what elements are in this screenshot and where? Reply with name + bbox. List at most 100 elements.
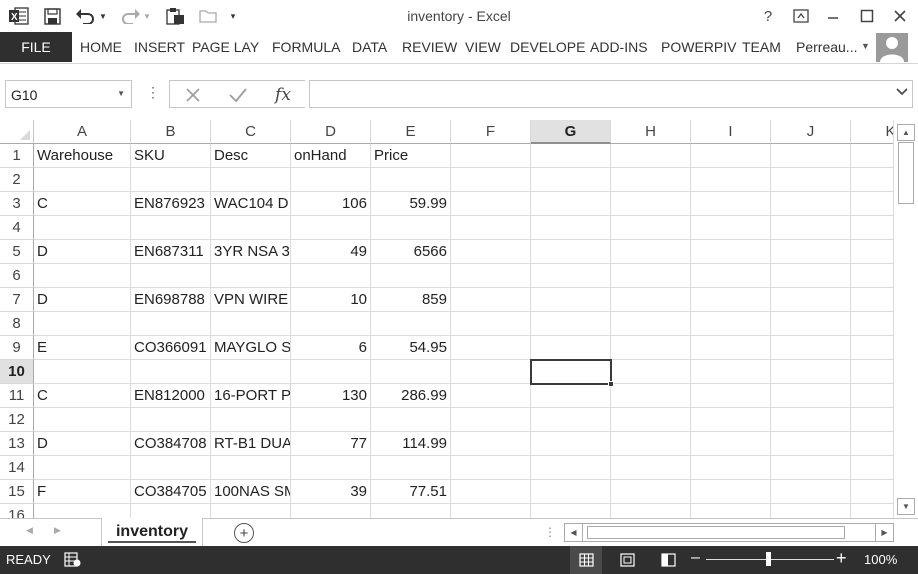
zoom-slider-thumb[interactable] — [766, 552, 771, 566]
cell-e1[interactable]: Price — [371, 144, 451, 168]
cell-i16[interactable] — [691, 504, 771, 518]
cell-h10[interactable] — [611, 360, 691, 384]
cell-k11[interactable] — [851, 384, 893, 408]
sheet-tab-inventory[interactable]: inventory — [101, 518, 203, 546]
cell-h5[interactable] — [611, 240, 691, 264]
column-header-b[interactable]: B — [131, 120, 211, 144]
cell-c2[interactable] — [211, 168, 291, 192]
insert-function-icon[interactable]: fx — [268, 83, 298, 107]
cell-e9[interactable]: 54.95 — [371, 336, 451, 360]
tab-view[interactable]: VIEW — [465, 32, 501, 62]
formula-bar-grip-icon[interactable]: ⋮ — [146, 84, 160, 101]
cell-h1[interactable] — [611, 144, 691, 168]
column-header-e[interactable]: E — [371, 120, 451, 144]
cell-f16[interactable] — [451, 504, 531, 518]
row-header-10[interactable]: 10 — [0, 360, 34, 384]
cell-e2[interactable] — [371, 168, 451, 192]
cell-j3[interactable] — [771, 192, 851, 216]
cell-j11[interactable] — [771, 384, 851, 408]
column-header-j[interactable]: J — [771, 120, 851, 144]
cell-d9[interactable]: 6 — [291, 336, 371, 360]
cell-f1[interactable] — [451, 144, 531, 168]
cell-c6[interactable] — [211, 264, 291, 288]
cell-a4[interactable] — [34, 216, 131, 240]
cell-d1[interactable]: onHand — [291, 144, 371, 168]
cell-i5[interactable] — [691, 240, 771, 264]
cell-c7[interactable]: VPN WIRE — [211, 288, 291, 312]
cell-g7[interactable] — [531, 288, 611, 312]
cell-b7[interactable]: EN698788 — [131, 288, 211, 312]
cell-i11[interactable] — [691, 384, 771, 408]
tab-review[interactable]: REVIEW — [402, 32, 457, 62]
cell-a7[interactable]: D — [34, 288, 131, 312]
cell-k5[interactable] — [851, 240, 893, 264]
cancel-icon[interactable] — [180, 83, 206, 107]
cell-j2[interactable] — [771, 168, 851, 192]
cell-k12[interactable] — [851, 408, 893, 432]
cell-c4[interactable] — [211, 216, 291, 240]
enter-icon[interactable] — [225, 83, 251, 107]
cell-j9[interactable] — [771, 336, 851, 360]
macro-recording-icon[interactable] — [64, 552, 81, 567]
column-header-k[interactable]: K — [851, 120, 893, 144]
expand-formula-bar-icon[interactable] — [896, 87, 908, 99]
cell-g1[interactable] — [531, 144, 611, 168]
cell-j7[interactable] — [771, 288, 851, 312]
scroll-down-arrow-icon[interactable]: ▼ — [897, 498, 915, 515]
cell-a8[interactable] — [34, 312, 131, 336]
scroll-sheets-left-icon[interactable]: ◀ — [26, 525, 33, 536]
cell-k1[interactable] — [851, 144, 893, 168]
cell-f14[interactable] — [451, 456, 531, 480]
cell-c13[interactable]: RT-B1 DUA — [211, 432, 291, 456]
cell-g4[interactable] — [531, 216, 611, 240]
close-icon[interactable] — [889, 5, 911, 27]
cell-a14[interactable] — [34, 456, 131, 480]
cell-k6[interactable] — [851, 264, 893, 288]
cell-h16[interactable] — [611, 504, 691, 518]
cell-a15[interactable]: F — [34, 480, 131, 504]
cell-f8[interactable] — [451, 312, 531, 336]
cell-a10[interactable] — [34, 360, 131, 384]
formula-input[interactable] — [309, 80, 913, 108]
cell-c15[interactable]: 100NAS SM — [211, 480, 291, 504]
minimize-icon[interactable] — [822, 5, 844, 27]
cell-e8[interactable] — [371, 312, 451, 336]
cell-a6[interactable] — [34, 264, 131, 288]
cell-h12[interactable] — [611, 408, 691, 432]
cell-d15[interactable]: 39 — [291, 480, 371, 504]
cell-k10[interactable] — [851, 360, 893, 384]
row-header-1[interactable]: 1 — [0, 144, 34, 168]
cell-c1[interactable]: Desc — [211, 144, 291, 168]
cell-b6[interactable] — [131, 264, 211, 288]
column-header-h[interactable]: H — [611, 120, 691, 144]
cell-d7[interactable]: 10 — [291, 288, 371, 312]
zoom-in-button[interactable]: + — [836, 548, 847, 569]
cell-a9[interactable]: E — [34, 336, 131, 360]
user-name[interactable]: Perreau... — [796, 39, 857, 55]
cell-e7[interactable]: 859 — [371, 288, 451, 312]
tab-split-grip-icon[interactable]: ⋮ — [544, 525, 556, 539]
cell-d16[interactable] — [291, 504, 371, 518]
cell-a13[interactable]: D — [34, 432, 131, 456]
cell-d6[interactable] — [291, 264, 371, 288]
row-header-3[interactable]: 3 — [0, 192, 34, 216]
row-header-4[interactable]: 4 — [0, 216, 34, 240]
cell-f15[interactable] — [451, 480, 531, 504]
cell-a16[interactable] — [34, 504, 131, 518]
cell-i3[interactable] — [691, 192, 771, 216]
cell-f2[interactable] — [451, 168, 531, 192]
fill-handle[interactable] — [608, 381, 614, 387]
column-header-c[interactable]: C — [211, 120, 291, 144]
cell-b11[interactable]: EN812000 — [131, 384, 211, 408]
cell-j4[interactable] — [771, 216, 851, 240]
cell-j12[interactable] — [771, 408, 851, 432]
cell-i2[interactable] — [691, 168, 771, 192]
cell-a3[interactable]: C — [34, 192, 131, 216]
cell-a5[interactable]: D — [34, 240, 131, 264]
cell-c3[interactable]: WAC104 D — [211, 192, 291, 216]
row-header-12[interactable]: 12 — [0, 408, 34, 432]
cell-g3[interactable] — [531, 192, 611, 216]
cell-d5[interactable]: 49 — [291, 240, 371, 264]
cell-b10[interactable] — [131, 360, 211, 384]
cell-k7[interactable] — [851, 288, 893, 312]
